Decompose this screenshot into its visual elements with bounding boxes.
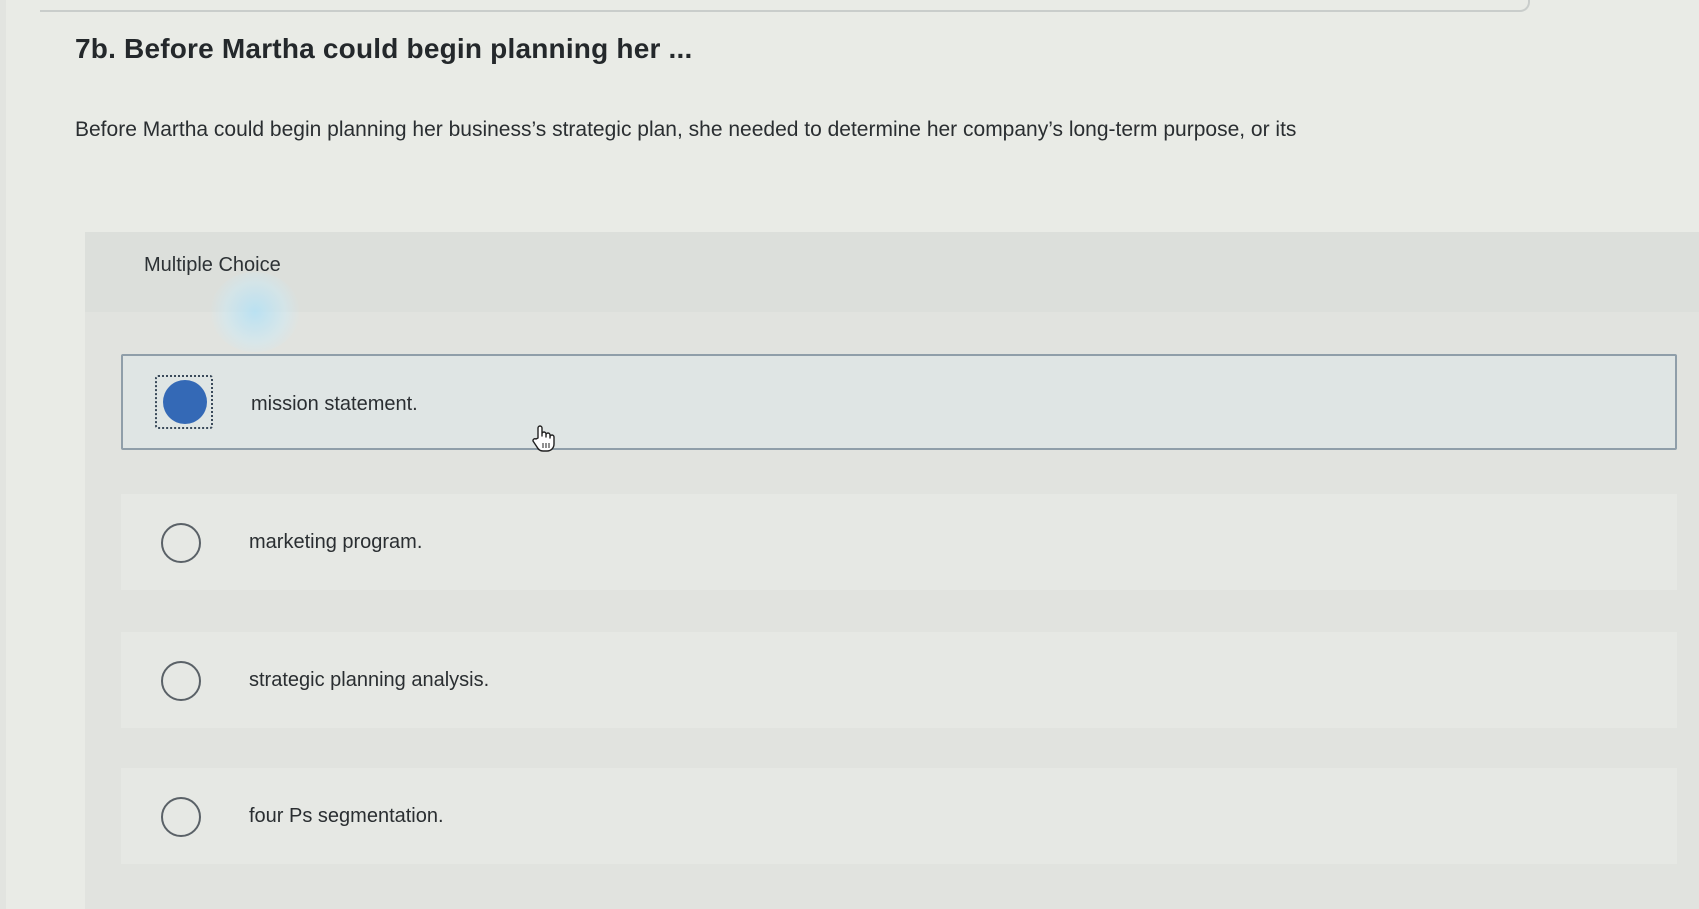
option-marketing-program[interactable]: marketing program.	[121, 494, 1677, 590]
choice-header: Multiple Choice	[85, 232, 1699, 312]
radio-button[interactable]	[161, 661, 201, 701]
option-strategic-planning-analysis[interactable]: strategic planning analysis.	[121, 632, 1677, 728]
option-four-ps-segmentation[interactable]: four Ps segmentation.	[121, 768, 1677, 864]
option-label: strategic planning analysis.	[249, 669, 490, 691]
window-left-edge	[0, 0, 6, 909]
option-label: marketing program.	[249, 531, 423, 553]
screen-glare	[210, 272, 300, 352]
radio-button-selected[interactable]	[155, 375, 213, 429]
question-title: 7b. Before Martha could begin planning h…	[75, 33, 693, 64]
radio-button[interactable]	[161, 797, 201, 837]
option-label: four Ps segmentation.	[249, 805, 444, 827]
radio-selected-dot	[163, 380, 207, 424]
option-label: mission statement.	[251, 393, 418, 415]
option-mission-statement[interactable]: mission statement.	[121, 354, 1677, 450]
top-frame	[40, 0, 1530, 12]
question-text: Before Martha could begin planning her b…	[75, 118, 1297, 141]
radio-button[interactable]	[161, 523, 201, 563]
hand-pointer-icon	[532, 425, 555, 452]
multiple-choice-panel: Multiple Choice mission statement. marke…	[85, 232, 1699, 909]
